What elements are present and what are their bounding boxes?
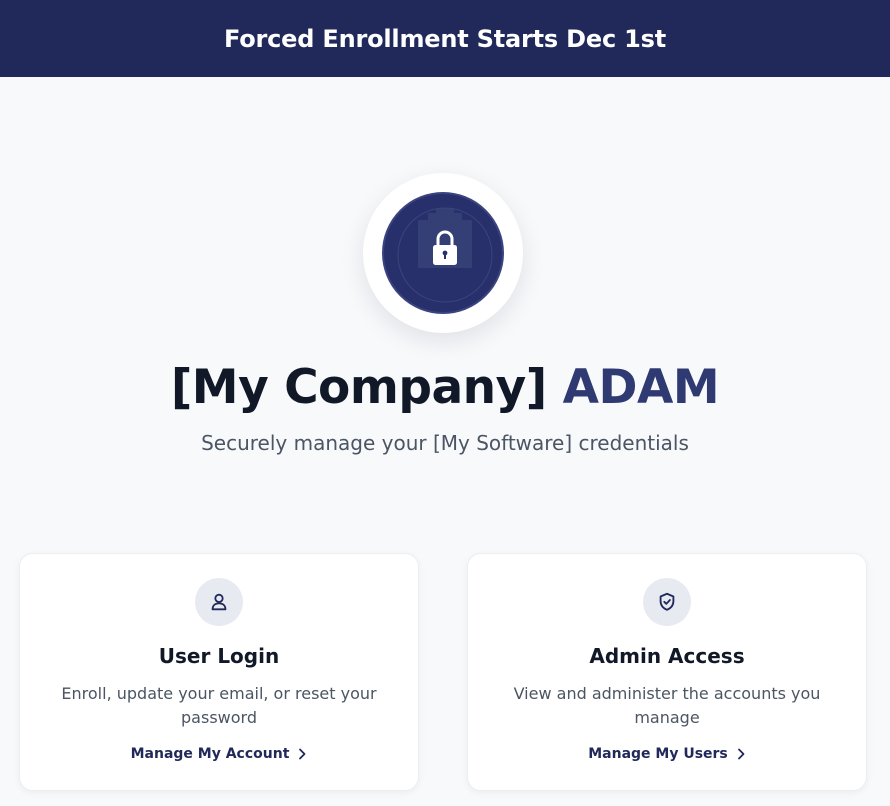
card-title: Admin Access	[589, 644, 745, 668]
shield-icon-circle	[643, 578, 691, 626]
user-login-card: User Login Enroll, update your email, or…	[19, 553, 419, 791]
link-label: Manage My Account	[130, 746, 290, 762]
page-title: [My Company] ADAM	[0, 360, 890, 415]
app-logo	[363, 173, 523, 333]
admin-access-card: Admin Access View and administer the acc…	[467, 553, 867, 791]
chevron-right-icon	[299, 748, 306, 760]
padlock-icon	[433, 230, 457, 265]
page-title-accent: ADAM	[562, 360, 720, 415]
manage-my-users-link[interactable]: Manage My Users	[468, 746, 866, 762]
card-description: View and administer the accounts you man…	[513, 684, 821, 727]
page-subtitle: Securely manage your [My Software] crede…	[201, 431, 689, 455]
card-description: Enroll, update your email, or reset your…	[61, 684, 377, 727]
link-label: Manage My Users	[588, 746, 728, 762]
user-icon	[211, 593, 227, 611]
shield-check-icon	[659, 592, 675, 611]
logo-badge	[382, 192, 504, 314]
chevron-right-icon	[737, 748, 745, 760]
page-title-main: [My Company]	[170, 360, 563, 415]
manage-my-account-link[interactable]: Manage My Account	[20, 746, 418, 762]
announcement-banner: Forced Enrollment Starts Dec 1st	[0, 0, 890, 77]
card-title: User Login	[158, 644, 280, 668]
banner-text: Forced Enrollment Starts Dec 1st	[224, 24, 666, 53]
user-icon-circle	[195, 578, 243, 626]
